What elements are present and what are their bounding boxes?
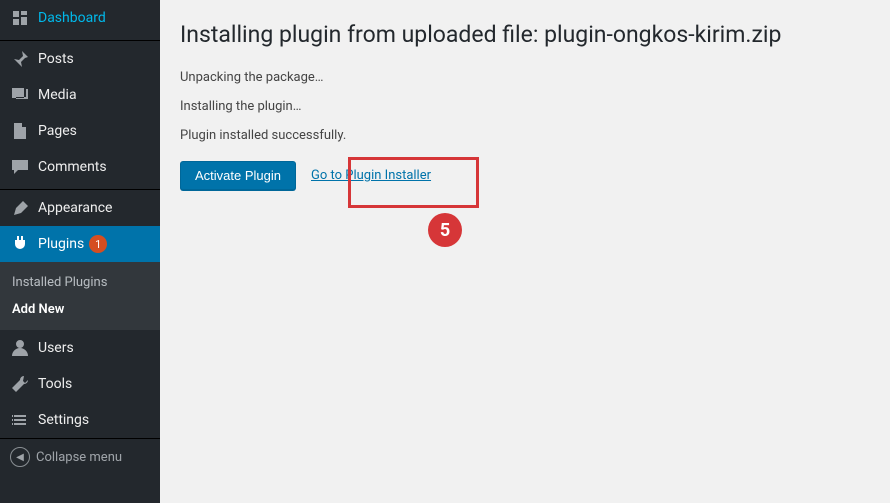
action-row: Activate Plugin Go to Plugin Installer: [180, 161, 870, 190]
settings-icon: [10, 410, 30, 430]
pin-icon: [10, 49, 30, 69]
dashboard-icon: [10, 8, 30, 28]
status-unpacking: Unpacking the package…: [180, 70, 870, 85]
menu-pages[interactable]: Pages: [0, 113, 160, 149]
menu-label: Dashboard: [38, 10, 106, 26]
media-icon: [10, 85, 30, 105]
page-title: Installing plugin from uploaded file: pl…: [180, 20, 870, 50]
plugins-submenu: Installed Plugins Add New: [0, 262, 160, 330]
pages-icon: [10, 121, 30, 141]
status-success: Plugin installed successfully.: [180, 128, 870, 143]
activate-plugin-button[interactable]: Activate Plugin: [180, 161, 296, 190]
menu-plugins[interactable]: Plugins 1: [0, 226, 160, 262]
collapse-label: Collapse menu: [36, 450, 122, 465]
collapse-menu[interactable]: ◀ Collapse menu: [0, 438, 160, 475]
update-badge: 1: [89, 235, 107, 253]
menu-label: Plugins: [38, 236, 84, 252]
admin-sidebar: Dashboard Posts Media Pages Comments App…: [0, 0, 160, 503]
menu-media[interactable]: Media: [0, 77, 160, 113]
submenu-installed-plugins[interactable]: Installed Plugins: [0, 269, 160, 296]
appearance-icon: [10, 198, 30, 218]
menu-posts[interactable]: Posts: [0, 41, 160, 77]
menu-settings[interactable]: Settings: [0, 402, 160, 438]
submenu-add-new[interactable]: Add New: [0, 296, 160, 323]
menu-label: Appearance: [38, 200, 112, 216]
menu-appearance[interactable]: Appearance: [0, 190, 160, 226]
menu-label: Pages: [38, 123, 77, 139]
menu-label: Settings: [38, 412, 89, 428]
status-installing: Installing the plugin…: [180, 99, 870, 114]
menu-users[interactable]: Users: [0, 330, 160, 366]
menu-tools[interactable]: Tools: [0, 366, 160, 402]
comments-icon: [10, 157, 30, 177]
users-icon: [10, 338, 30, 358]
menu-comments[interactable]: Comments: [0, 149, 160, 185]
main-content: Installing plugin from uploaded file: pl…: [160, 0, 890, 503]
menu-label: Tools: [38, 376, 72, 392]
plugins-icon: [10, 234, 30, 254]
go-to-plugin-installer-link[interactable]: Go to Plugin Installer: [311, 168, 431, 183]
annotation-step-badge: 5: [428, 213, 462, 247]
menu-label: Comments: [38, 159, 107, 175]
tools-icon: [10, 374, 30, 394]
collapse-icon: ◀: [10, 447, 30, 467]
menu-label: Posts: [38, 51, 74, 67]
menu-label: Media: [38, 87, 77, 103]
menu-dashboard[interactable]: Dashboard: [0, 0, 160, 36]
menu-label: Users: [38, 340, 74, 356]
